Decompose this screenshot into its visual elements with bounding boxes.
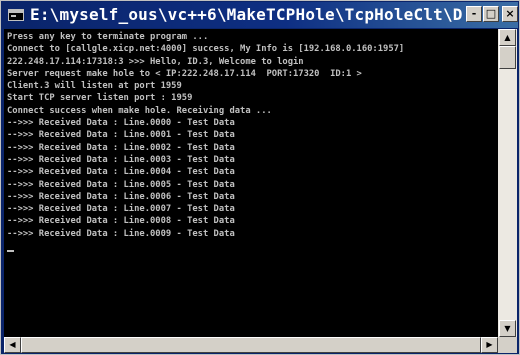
- console-line: -->>> Received Data : Line.0003 - Test D…: [7, 154, 235, 165]
- console-line: -->>> Received Data : Line.0001 - Test D…: [7, 130, 235, 141]
- console-line: Client.3 will listen at port 1959: [7, 81, 182, 92]
- console-line: Connect to [callgle.xicp.net:4000] succe…: [7, 44, 405, 55]
- console-window: E:\myself_ous\vc++6\MakeTCPHole\TcpHoleC…: [0, 0, 520, 355]
- console-line: -->>> Received Data : Line.0007 - Test D…: [7, 204, 235, 215]
- console-line: Press any key to terminate program ...: [7, 32, 209, 42]
- scroll-left-button[interactable]: ◀: [4, 337, 21, 353]
- console-window-icon[interactable]: [8, 9, 24, 21]
- console-line: -->>> Received Data : Line.0004 - Test D…: [7, 167, 235, 178]
- maximize-button[interactable]: □: [483, 6, 499, 22]
- console-line: -->>> Received Data : Line.0000 - Test D…: [7, 118, 235, 129]
- console-line: -->>> Received Data : Line.0006 - Test D…: [7, 191, 235, 202]
- console-line: -->>> Received Data : Line.0008 - Test D…: [7, 216, 235, 227]
- window-title: E:\myself_ous\vc++6\MakeTCPHole\TcpHoleC…: [30, 5, 462, 24]
- console-line: -->>> Received Data : Line.0005 - Test D…: [7, 179, 235, 190]
- text-cursor: [7, 250, 14, 253]
- vertical-scrollbar[interactable]: ▲ ▼: [498, 29, 517, 337]
- horizontal-scroll-thumb[interactable]: [21, 337, 481, 353]
- close-button[interactable]: ×: [502, 6, 518, 22]
- vertical-scroll-thumb[interactable]: [499, 46, 516, 69]
- console-line: -->>> Received Data : Line.0002 - Test D…: [7, 142, 235, 153]
- console-output[interactable]: Press any key to terminate program ... C…: [4, 29, 498, 337]
- console-line: 222.248.17.114:17318:3 >>> Hello, ID.3, …: [7, 56, 304, 67]
- scroll-right-button[interactable]: ▶: [481, 337, 498, 353]
- scroll-up-button[interactable]: ▲: [499, 29, 516, 46]
- console-line: Start TCP server listen port : 1959: [7, 93, 193, 104]
- horizontal-scrollbar[interactable]: ◀ ▶: [4, 337, 498, 353]
- size-grip[interactable]: [498, 337, 517, 353]
- console-cursor-line: [7, 240, 498, 253]
- console-line: Server request make hole to < IP:222.248…: [7, 68, 362, 79]
- minimize-button[interactable]: -: [466, 6, 482, 22]
- console-line: Connect success when make hole. Receivin…: [7, 105, 272, 116]
- scroll-down-button[interactable]: ▼: [499, 320, 516, 337]
- console-line: -->>> Received Data : Line.0009 - Test D…: [7, 228, 235, 239]
- title-bar[interactable]: E:\myself_ous\vc++6\MakeTCPHole\TcpHoleC…: [2, 2, 518, 28]
